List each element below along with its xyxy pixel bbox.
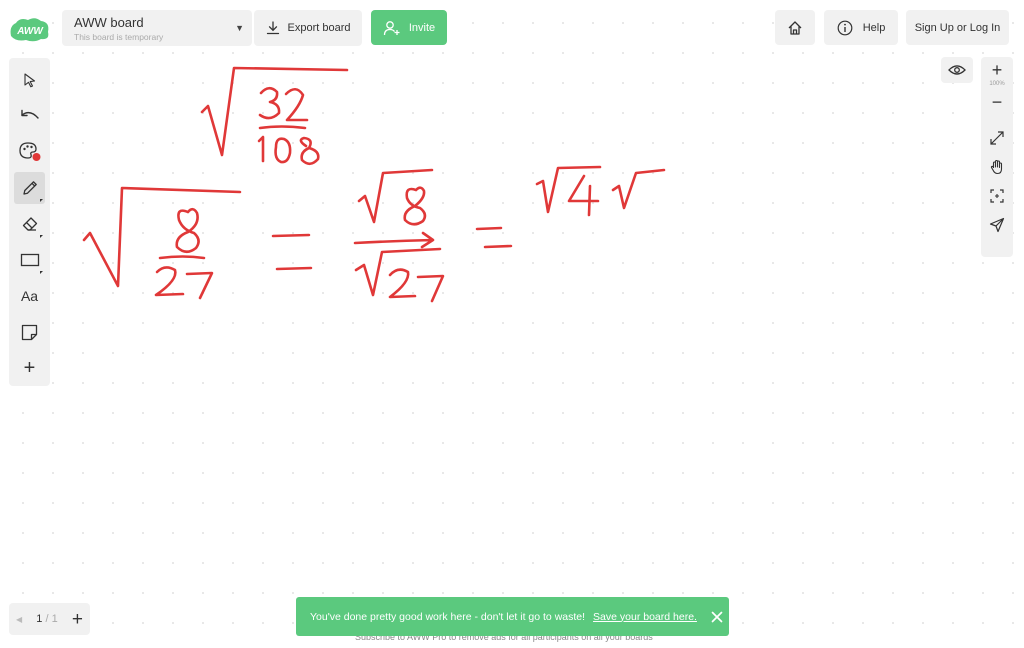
total-pages: / 1 bbox=[45, 613, 58, 625]
toast-message: You've done pretty good work here - don'… bbox=[310, 610, 586, 623]
ink-equals-sign-2 bbox=[475, 226, 513, 249]
ink-expression-sqrt-8-over-27 bbox=[82, 186, 242, 300]
ink-expression-sqrt-32-over-108 bbox=[200, 66, 349, 166]
add-page-button[interactable]: + bbox=[72, 610, 83, 629]
ink-expression-sqrt8-over-sqrt27 bbox=[353, 168, 445, 303]
whiteboard-canvas[interactable] bbox=[0, 0, 1024, 648]
ink-equals-sign-1 bbox=[271, 233, 313, 271]
previous-page-icon[interactable]: ◀ bbox=[16, 615, 22, 624]
close-icon bbox=[711, 611, 723, 622]
current-page: 1 bbox=[36, 613, 43, 625]
save-board-toast: You've done pretty good work here - don'… bbox=[296, 597, 729, 636]
ink-expression-sqrt4-sqrt bbox=[535, 165, 666, 217]
page-navigator: ◀ 1 / 1 + bbox=[9, 603, 90, 635]
close-toast-button[interactable] bbox=[711, 611, 723, 623]
save-board-link[interactable]: Save your board here. bbox=[593, 611, 697, 623]
